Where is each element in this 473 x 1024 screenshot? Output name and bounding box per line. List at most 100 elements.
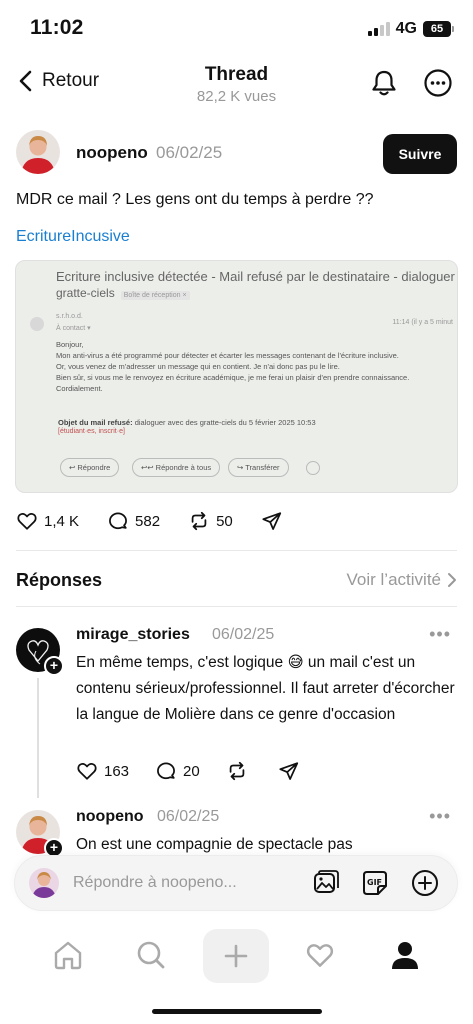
repost-icon xyxy=(191,511,207,531)
reply-share-button[interactable] xyxy=(278,760,300,782)
reply-date: 06/02/25 xyxy=(212,626,275,643)
tab-home[interactable] xyxy=(38,929,98,981)
tab-search[interactable] xyxy=(121,929,181,981)
email-reply-label: Répondre xyxy=(77,463,111,472)
email-time: 11:14 (il y a 5 minut xyxy=(392,319,453,326)
gallery-icon[interactable] xyxy=(312,869,340,897)
objet-label: Objet du mail refusé: xyxy=(58,418,133,427)
comment-icon xyxy=(109,512,127,530)
header-title-block: Thread 82,2 K vues xyxy=(0,64,473,105)
email-body-line: Cordialement. xyxy=(56,384,103,393)
thread-header: Retour Thread 82,2 K vues xyxy=(0,56,473,116)
email-subject: Ecriture inclusive détectée - Mail refus… xyxy=(56,269,455,284)
email-from: s.r.h.o.d. xyxy=(56,313,83,320)
network-label: 4G xyxy=(395,20,417,37)
email-body-line: Or, vous venez de m'adresser un message … xyxy=(56,362,340,371)
repost-count: 50 xyxy=(216,512,233,530)
reply-composer[interactable]: Répondre à noopeno... GIF xyxy=(14,855,458,911)
tab-bar xyxy=(0,925,473,985)
comment-icon xyxy=(157,762,175,780)
tab-activity[interactable] xyxy=(290,929,350,981)
inbox-tag: Boîte de réception × xyxy=(120,291,190,300)
reply-text: En même temps, c'est logique 😅 un mail c… xyxy=(76,654,455,723)
status-time: 11:02 xyxy=(30,16,84,39)
follow-button[interactable]: Suivre xyxy=(383,134,457,174)
post-text: MDR ce mail ? Les gens ont du temps à pe… xyxy=(16,191,374,208)
email-objet-red: [étudiant·es, inscrit·e] xyxy=(58,428,125,435)
signal-icon xyxy=(367,22,390,36)
view-activity-link[interactable]: Voir l’activité xyxy=(347,570,457,590)
reply-input[interactable]: Répondre à noopeno... xyxy=(73,874,237,892)
email-body-line: Mon anti-virus a été programmé pour déte… xyxy=(56,351,399,360)
email-forward-button: ↪ Transférer xyxy=(228,458,289,477)
repost-icon xyxy=(229,761,245,781)
repost-button[interactable]: 50 xyxy=(188,510,233,532)
comment-count: 582 xyxy=(135,512,161,530)
replies-title: Réponses xyxy=(16,570,103,590)
reply-comment-button[interactable]: 20 xyxy=(155,760,200,782)
reply-more-icon[interactable]: ••• xyxy=(429,624,451,645)
send-icon xyxy=(262,512,281,530)
post-actions: 1,4 K 582 50 xyxy=(16,510,283,532)
page-title: Thread xyxy=(204,64,269,85)
heart-icon xyxy=(17,513,37,530)
reply-date: 06/02/25 xyxy=(157,808,220,825)
email-reply-all-button: ↩↩ Répondre à tous xyxy=(132,458,221,477)
email-body-line: Bonjour, xyxy=(56,340,84,349)
profile-icon xyxy=(392,942,418,969)
post-date: 06/02/25 xyxy=(156,143,223,162)
email-subject-line2: gratte-ciels Boîte de réception × xyxy=(56,286,190,300)
tab-profile[interactable] xyxy=(375,929,435,981)
email-emoji-icon xyxy=(306,461,320,475)
battery-icon: 65 xyxy=(423,21,454,37)
more-options-icon[interactable] xyxy=(423,68,453,98)
plus-icon xyxy=(224,944,248,968)
email-objet: Objet du mail refusé: dialoguer avec des… xyxy=(58,418,316,427)
email-reply-all-label: Répondre à tous xyxy=(155,463,212,472)
reply-like-button[interactable]: 163 xyxy=(76,760,129,782)
like-count: 1,4 K xyxy=(44,512,80,530)
email-reply-button: ↩ Répondre xyxy=(60,458,120,477)
composer-avatar xyxy=(29,868,59,898)
reply-like-count: 163 xyxy=(104,762,130,780)
heart-icon xyxy=(306,944,334,967)
svg-text:GIF: GIF xyxy=(367,878,382,887)
gif-icon[interactable]: GIF xyxy=(361,869,389,897)
bell-icon[interactable] xyxy=(369,68,399,98)
home-icon xyxy=(54,941,82,970)
home-indicator xyxy=(152,1009,322,1014)
search-icon xyxy=(137,941,165,969)
reply-actions: 163 20 xyxy=(76,760,300,782)
heart-icon xyxy=(77,763,97,780)
divider xyxy=(16,550,457,551)
share-button[interactable] xyxy=(261,510,283,532)
follow-plus-badge[interactable]: + xyxy=(44,656,64,676)
post-username[interactable]: noopeno xyxy=(76,143,148,163)
add-circle-icon[interactable] xyxy=(411,869,439,897)
reply-comment-count: 20 xyxy=(183,762,200,780)
chevron-right-icon xyxy=(448,573,456,587)
comment-button[interactable]: 582 xyxy=(107,510,160,532)
email-forward-label: Transférer xyxy=(245,463,280,472)
status-bar: 11:02 4G 65 xyxy=(0,0,473,56)
view-activity-label: Voir l’activité xyxy=(346,570,441,589)
sender-avatar xyxy=(30,317,44,331)
avatar-image xyxy=(29,868,59,898)
divider xyxy=(16,606,457,607)
reply-repost-button[interactable] xyxy=(226,760,248,782)
email-body: Bonjour, Mon anti-virus a été programmé … xyxy=(56,339,456,394)
email-subject-cont: gratte-ciels xyxy=(56,286,115,300)
avatar[interactable] xyxy=(16,130,60,174)
post-image[interactable]: Ecriture inclusive détectée - Mail refus… xyxy=(15,260,458,493)
post-header: noopeno 06/02/25 Suivre xyxy=(16,128,457,178)
replies-header: Réponses Voir l’activité xyxy=(16,568,457,592)
reply-username[interactable]: mirage_stories xyxy=(76,626,190,644)
avatar-image xyxy=(16,130,60,174)
tab-create[interactable] xyxy=(203,929,269,983)
hashtag-link[interactable]: EcritureIncusive xyxy=(16,228,130,246)
email-body-line: Bien sûr, si vous me le renvoyez en écri… xyxy=(56,373,410,382)
like-button[interactable]: 1,4 K xyxy=(16,510,79,532)
reply-username[interactable]: noopeno xyxy=(76,808,144,826)
reply-more-icon[interactable]: ••• xyxy=(429,806,451,827)
thread-line xyxy=(37,678,39,798)
